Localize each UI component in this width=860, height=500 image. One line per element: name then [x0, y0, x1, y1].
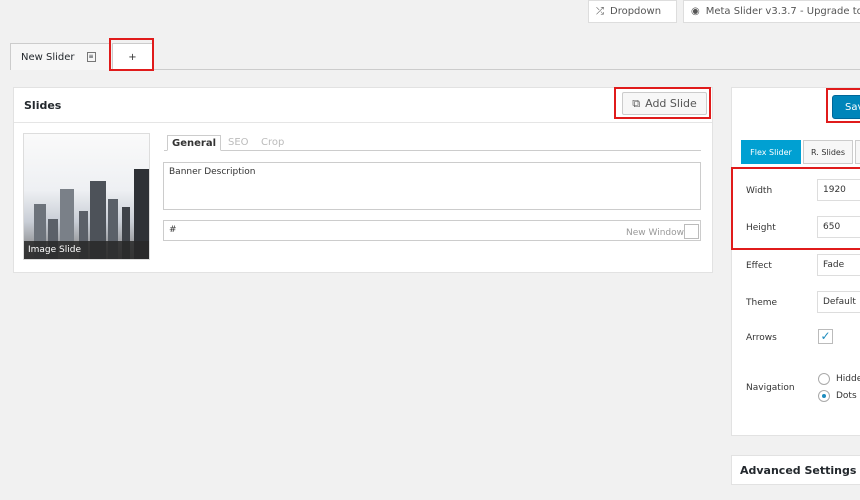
save-button[interactable]: Sav: [832, 95, 860, 119]
dropdown-button[interactable]: ⤮ Dropdown: [588, 0, 677, 23]
navigation-radio-dots[interactable]: [818, 390, 830, 402]
slide-description-textarea[interactable]: Banner Description: [163, 162, 701, 210]
dropdown-label: Dropdown: [610, 6, 662, 17]
theme-label: Theme: [746, 298, 778, 308]
tab-seo[interactable]: SEO: [224, 135, 253, 151]
tab-flex-slider[interactable]: Flex Slider: [741, 140, 801, 164]
slide-thumbnail[interactable]: Image Slide: [23, 133, 150, 260]
height-input[interactable]: 650: [817, 216, 860, 238]
slide-type-label: Image Slide: [24, 241, 149, 259]
slide-edit-tabs: General SEO Crop: [164, 135, 701, 151]
advanced-settings-title: Advanced Settings: [740, 464, 857, 477]
images-icon: ⧉: [632, 96, 641, 110]
add-slide-button[interactable]: ⧉ Add Slide: [622, 92, 707, 115]
tab-new-slider-label: New Slider: [21, 51, 75, 63]
new-window-label: New Window: [626, 228, 684, 238]
meta-slider-upgrade-button[interactable]: ◉ Meta Slider v3.3.7 - Upgrade to: [683, 0, 860, 23]
save-label: Sav: [845, 101, 860, 113]
tab-new-slider[interactable]: New Slider ≡: [10, 43, 111, 70]
effect-select[interactable]: Fade: [817, 254, 860, 276]
copy-icon[interactable]: ≡: [86, 52, 96, 62]
add-slider-tab[interactable]: +: [112, 43, 153, 70]
dashboard-icon: ◉: [691, 6, 700, 17]
width-label: Width: [746, 186, 773, 196]
tab-crop[interactable]: Crop: [257, 135, 288, 151]
width-input[interactable]: 1920: [817, 179, 860, 201]
slide-url-input[interactable]: #: [163, 220, 701, 241]
navigation-option-hidden: Hidde: [836, 374, 860, 384]
shuffle-icon: ⤮: [596, 6, 604, 17]
navigation-label: Navigation: [746, 383, 795, 393]
arrows-label: Arrows: [746, 333, 777, 343]
tab-general[interactable]: General: [167, 135, 221, 151]
slides-title: Slides: [24, 99, 62, 112]
arrows-checkbox[interactable]: ✓: [818, 329, 833, 344]
navigation-radio-hidden[interactable]: [818, 373, 830, 385]
slide-url-value: #: [169, 225, 177, 235]
tab-r-slides[interactable]: R. Slides: [803, 140, 853, 164]
tab-more-slider-types[interactable]: [855, 140, 860, 164]
effect-label: Effect: [746, 261, 772, 271]
slides-panel-header: Slides: [14, 88, 712, 123]
add-slide-label: Add Slide: [645, 97, 697, 110]
meta-slider-label: Meta Slider v3.3.7 - Upgrade to: [705, 6, 860, 17]
new-window-checkbox[interactable]: [684, 224, 699, 239]
height-label: Height: [746, 223, 776, 233]
add-slider-label: +: [128, 51, 137, 63]
theme-select[interactable]: Default: [817, 291, 860, 313]
navigation-option-dots: Dots: [836, 391, 857, 401]
